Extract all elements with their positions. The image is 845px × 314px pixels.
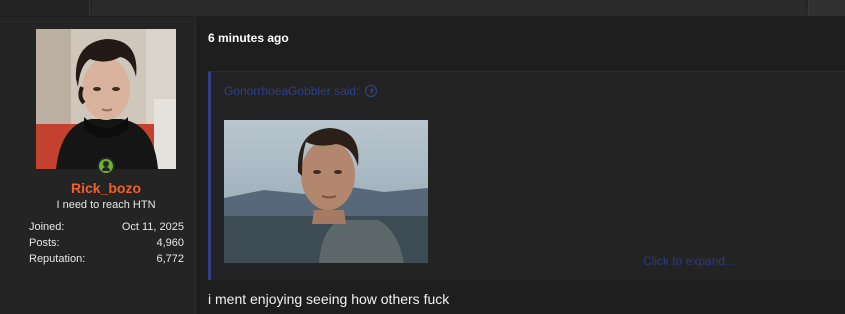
top-bar-segment (0, 0, 90, 16)
post-message: i ment enjoying seeing how others fuck (208, 291, 450, 307)
post-timestamp[interactable]: 6 minutes ago (208, 31, 289, 45)
top-bar-segment (92, 0, 805, 16)
top-bar (0, 0, 845, 16)
user-online-icon (97, 157, 115, 175)
stat-value[interactable]: 4,960 (156, 236, 184, 252)
quoted-gif-image[interactable] (224, 120, 428, 263)
user-stats: Joined: Oct 11, 2025 Posts: 4,960 Reputa… (29, 220, 184, 268)
stat-posts: Posts: 4,960 (29, 236, 184, 252)
stat-reputation: Reputation: 6,772 (29, 252, 184, 268)
quote-header[interactable]: GonorrhoeaGobbler said: (224, 84, 378, 98)
stat-label: Reputation: (29, 253, 86, 265)
click-to-expand-link[interactable]: Click to expand... (643, 254, 735, 268)
stat-label: Joined: (29, 221, 65, 233)
stat-value: Oct 11, 2025 (121, 221, 184, 233)
quote-block: GonorrhoeaGobbler said: Click to expand.… (208, 71, 845, 280)
avatar[interactable] (36, 29, 176, 169)
username[interactable]: Rick_bozo (36, 180, 176, 196)
quote-author[interactable]: GonorrhoeaGobbler said: (224, 84, 359, 98)
top-bar-segment[interactable] (808, 0, 845, 16)
arrow-up-circle-icon[interactable] (365, 85, 378, 97)
stat-value: 6,772 (156, 253, 184, 265)
stat-joined: Joined: Oct 11, 2025 (29, 220, 184, 236)
post-body: 6 minutes ago GonorrhoeaGobbler said: Cl… (197, 17, 845, 314)
user-title: I need to reach HTN (56, 199, 156, 211)
stat-label: Posts: (29, 237, 60, 249)
